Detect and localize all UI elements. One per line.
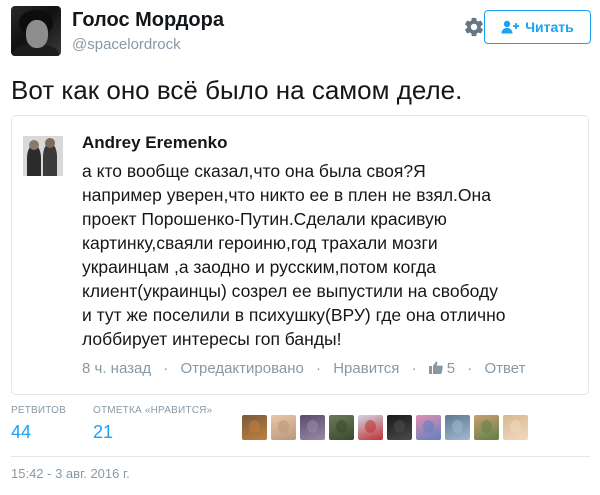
likes-stat[interactable]: ОТМЕТКА «НРАВИТСЯ» 21 [93,405,212,443]
liker-avatar[interactable] [416,415,441,440]
quoted-like-count: 5 [446,360,456,377]
quoted-text-line: клиент(украинцы) созрел ее выпустили на … [82,281,498,301]
separator-dot: · [163,360,169,377]
quoted-text-line: украинцам ,а заодно и русским,потом когд… [82,257,436,277]
follow-button-label: Читать [525,19,574,35]
liker-avatar[interactable] [329,415,354,440]
tweet-stats: РЕТВИТОВ 44 ОТМЕТКА «НРАВИТСЯ» 21 [11,405,591,453]
quoted-tweet-meta: 8 ч. назад · Отредактировано · Нравится … [82,360,587,377]
retweets-stat[interactable]: РЕТВИТОВ 44 [11,405,66,443]
liker-avatar[interactable] [358,415,383,440]
quoted-text-line: а кто вообще сказал,что она была своя?Я [82,161,426,181]
author-screen-name[interactable]: @spacelordrock [72,36,181,53]
liker-avatar[interactable] [271,415,296,440]
retweets-count: 44 [11,422,32,442]
divider [11,456,590,457]
liker-avatar[interactable] [300,415,325,440]
like-action[interactable]: Нравится [333,360,399,377]
quoted-text-line: и тут же поселили в психушку(ВРУ) где он… [82,305,506,325]
reply-link[interactable]: Ответ [484,360,525,377]
quoted-text-line: картинку,сваяли героиню,год трахали мозг… [82,233,438,253]
quoted-text-line: проект Порошенко-Путин.Сделали красивую [82,209,447,229]
likes-count: 21 [93,422,114,442]
liker-avatar[interactable] [387,415,412,440]
liker-avatar[interactable] [474,415,499,440]
liker-avatar[interactable] [242,415,267,440]
quoted-tweet[interactable]: Andrey Eremenko а кто вообще сказал,что … [11,115,589,395]
edited-link[interactable]: Отредактировано [180,360,303,377]
quoted-time[interactable]: 8 ч. назад [82,360,151,377]
tweet-timestamp[interactable]: 15:42 - 3 авг. 2016 г. [11,466,130,481]
author-avatar[interactable] [11,6,61,56]
follow-button[interactable]: Читать [484,10,591,44]
separator-dot: · [411,360,417,377]
author-display-name[interactable]: Голос Мордора [72,9,224,32]
tweet-header: Голос Мордора @spacelordrock Читать [11,6,591,58]
liker-avatar[interactable] [503,415,528,440]
quoted-author-name[interactable]: Andrey Eremenko [82,133,228,153]
tweet-text: Вот как оно всё было на самом деле. [11,75,463,105]
separator-dot: · [467,360,473,377]
liker-avatar[interactable] [445,415,470,440]
follow-person-icon [501,20,520,34]
retweets-label: РЕТВИТОВ [11,405,67,416]
likes-label: ОТМЕТКА «НРАВИТСЯ» [93,405,213,416]
liker-avatars [242,415,528,443]
thumbs-up-icon[interactable] [428,361,443,374]
quoted-tweet-text: а кто вообще сказал,что она была своя?Я … [82,159,582,351]
quoted-text-line: лоббирует интересы гоп банды! [82,329,342,349]
quoted-text-line: например уверен,что никто ее в плен не в… [82,185,491,205]
separator-dot: · [316,360,322,377]
quoted-author-avatar[interactable] [23,136,63,176]
